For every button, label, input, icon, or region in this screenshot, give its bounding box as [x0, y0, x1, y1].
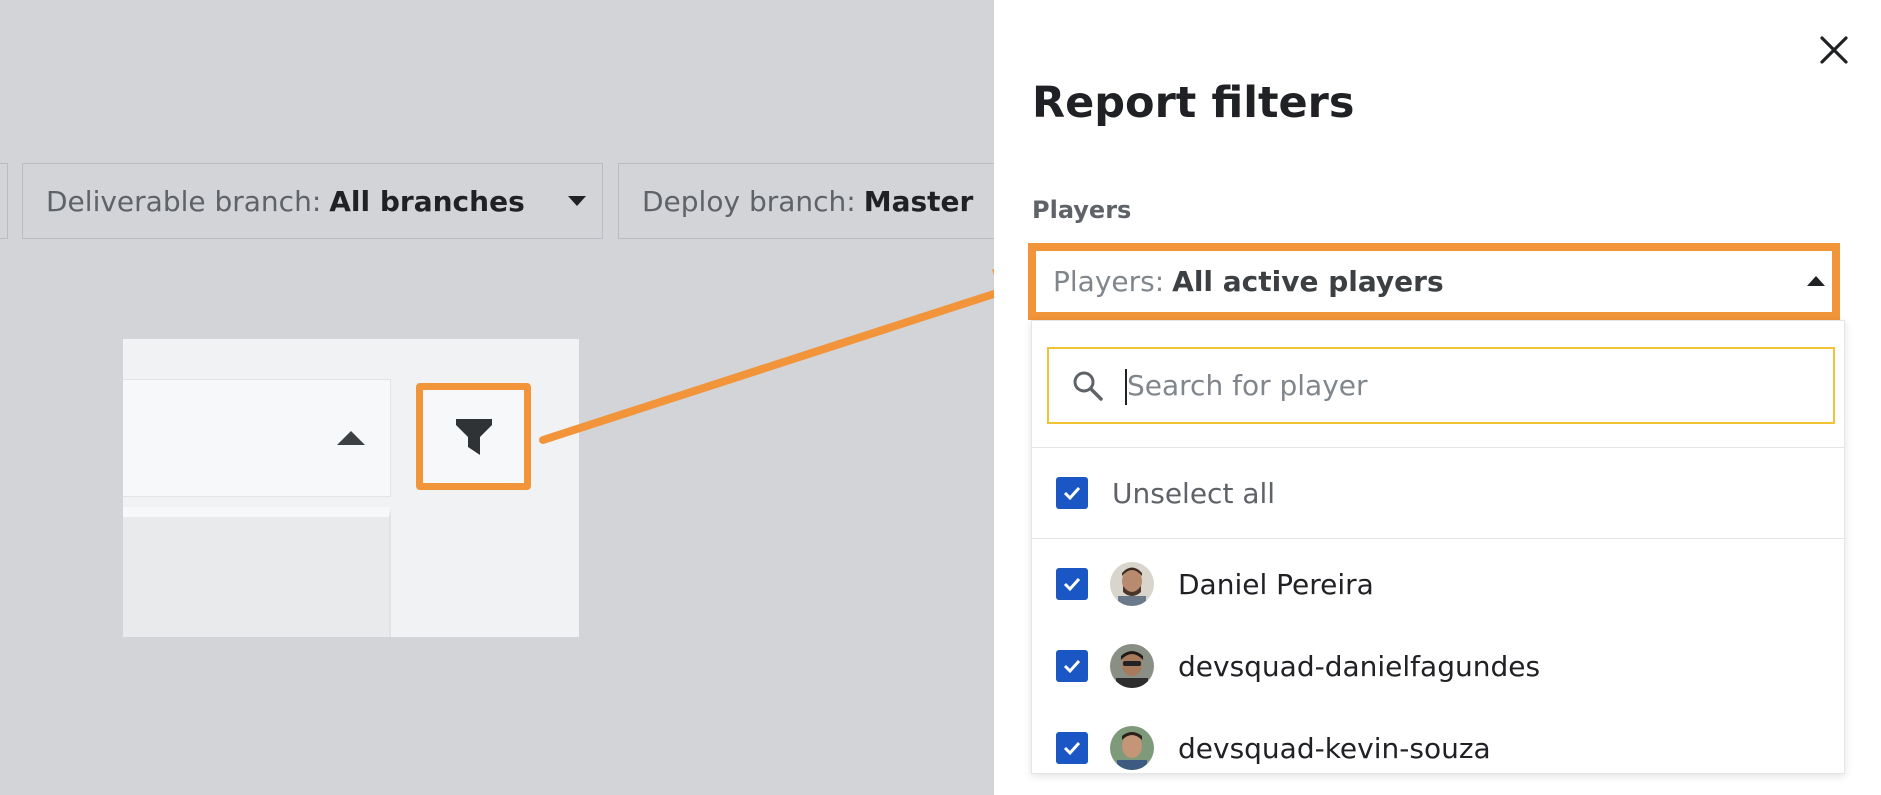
- search-box[interactable]: [1047, 347, 1835, 424]
- player-checkbox[interactable]: [1056, 650, 1088, 682]
- filter-button[interactable]: [416, 383, 531, 490]
- player-checkbox[interactable]: [1056, 568, 1088, 600]
- zoom-inset: [123, 339, 579, 637]
- close-icon: [1820, 36, 1848, 64]
- panel-title: Report filters: [1032, 78, 1355, 128]
- player-name: Daniel Pereira: [1178, 567, 1374, 601]
- player-checkbox[interactable]: [1056, 732, 1088, 764]
- players-select-value: All active players: [1172, 265, 1444, 298]
- divider: [1032, 538, 1844, 539]
- filter-funnel-icon: [455, 418, 492, 455]
- deploy-branch-select[interactable]: Deploy branch: Master: [618, 163, 998, 239]
- player-option-devsquad-danielfagundes[interactable]: devsquad-danielfagundes: [1032, 631, 1844, 701]
- search-icon: [1073, 371, 1103, 401]
- player-name: devsquad-kevin-souza: [1178, 731, 1491, 765]
- deliverable-branch-select[interactable]: Deliverable branch: All branches: [22, 163, 603, 239]
- player-option-devsquad-kevin-souza[interactable]: devsquad-kevin-souza: [1032, 713, 1844, 773]
- close-button[interactable]: [1814, 30, 1854, 70]
- search-input[interactable]: [1125, 368, 1789, 403]
- filter-select-partial: [0, 163, 8, 239]
- deliverable-branch-value: All branches: [329, 184, 525, 218]
- checkmark-icon: [1063, 741, 1081, 756]
- text-cursor: [1125, 369, 1127, 405]
- unselect-all-option[interactable]: Unselect all: [1032, 448, 1844, 538]
- inset-dropdown: [123, 507, 391, 637]
- caret-up-icon: [337, 431, 365, 445]
- deploy-branch-value: Master: [863, 184, 974, 218]
- checkmark-icon: [1063, 486, 1081, 501]
- players-select[interactable]: Players: All active players: [1028, 243, 1840, 320]
- background-overlay: Deliverable branch: All branches Deploy …: [0, 0, 998, 795]
- unselect-all-checkbox[interactable]: [1056, 477, 1088, 509]
- unselect-all-label: Unselect all: [1112, 476, 1276, 510]
- avatar: [1110, 726, 1154, 770]
- deploy-branch-label: Deploy branch:: [642, 184, 856, 218]
- avatar: [1110, 644, 1154, 688]
- caret-down-icon: [568, 196, 586, 206]
- players-select-label: Players:: [1053, 265, 1165, 298]
- avatar: [1110, 562, 1154, 606]
- report-filters-panel: Report filters Players Players: All acti…: [994, 0, 1881, 795]
- player-option-daniel-pereira[interactable]: Daniel Pereira: [1032, 549, 1844, 619]
- checkmark-icon: [1063, 659, 1081, 674]
- deliverable-branch-label: Deliverable branch:: [46, 184, 322, 218]
- player-name: devsquad-danielfagundes: [1178, 649, 1541, 683]
- players-field-label: Players: [1032, 196, 1132, 224]
- players-dropdown: Unselect all Daniel Pereira: [1031, 320, 1845, 774]
- checkmark-icon: [1063, 577, 1081, 592]
- caret-up-icon: [1807, 276, 1825, 286]
- inset-select: [123, 379, 391, 497]
